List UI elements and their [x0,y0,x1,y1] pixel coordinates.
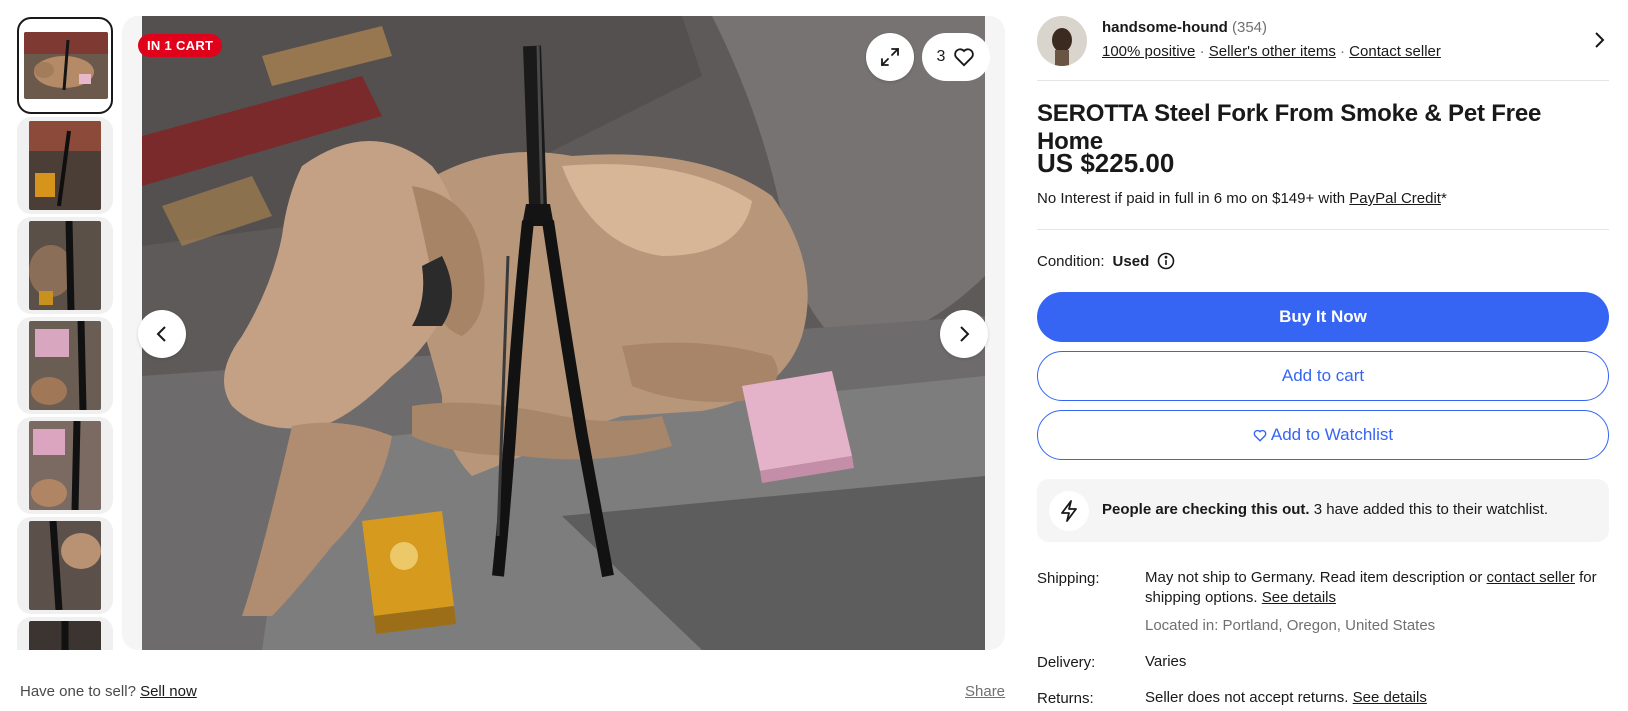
buy-it-now-button[interactable]: Buy It Now [1037,292,1609,342]
chevron-right-icon [960,326,970,342]
shipping-label: Shipping: [1037,570,1100,587]
seller-feedback-count: (354) [1232,19,1268,36]
condition-value: Used [1112,252,1150,270]
expand-icon [881,48,899,66]
main-photo[interactable] [142,16,985,650]
sell-prompt-text: Have one to sell? [20,683,136,700]
divider [1037,80,1609,81]
watch-count-button[interactable]: 3 [922,33,990,81]
delivery-label: Delivery: [1037,654,1096,671]
seller-avatar[interactable] [1037,16,1087,66]
chevron-right-icon[interactable] [1589,30,1609,50]
sell-now-link[interactable]: Sell now [140,683,197,700]
thumbnail-image [29,521,101,610]
notice-detail: 3 have added this to their watchlist. [1313,501,1549,518]
seller-positive-link[interactable]: 100% positive [1102,43,1195,60]
shipping-text-1: May not ship to Germany. Read item descr… [1145,569,1483,586]
add-to-watchlist-button[interactable]: Add to Watchlist [1037,410,1609,460]
seller-card[interactable]: handsome-hound (354) 100% positive · Sel… [1037,16,1609,80]
thumbnail-2[interactable] [17,117,113,214]
thumbnail-image [29,321,101,410]
condition-row: Condition: Used [1037,252,1175,270]
heart-icon [954,48,975,67]
returns-label: Returns: [1037,690,1094,707]
sell-prompt: Have one to sell? Sell now [20,683,197,700]
item-location: Located in: Portland, Oregon, United Sta… [1145,617,1436,634]
financing-text: No Interest if paid in full in 6 mo on $… [1037,190,1346,207]
delivery-value: Varies [1145,653,1187,670]
returns-see-details-link[interactable]: See details [1353,689,1427,706]
watch-count: 3 [936,48,946,65]
thumbnail-strip [17,17,113,650]
condition-label: Condition: [1037,252,1105,270]
thumbnail-5[interactable] [17,417,113,514]
contact-seller-shipping-link[interactable]: contact seller [1487,569,1575,586]
seller-name[interactable]: handsome-hound [1102,19,1228,36]
lightning-icon [1049,491,1089,531]
thumbnail-4[interactable] [17,317,113,414]
contact-seller-link[interactable]: Contact seller [1349,43,1441,60]
share-link[interactable]: Share [965,683,1005,700]
financing-asterisk: * [1440,190,1447,207]
thumbnail-image [29,421,101,510]
image-gallery: IN 1 CART 3 [122,16,1005,650]
expand-button[interactable] [866,33,914,81]
watchers-notice: People are checking this out. 3 have add… [1037,479,1609,542]
thumbnail-3[interactable] [17,217,113,314]
notice-bold: People are checking this out. [1102,501,1310,518]
item-details-panel: handsome-hound (354) 100% positive · Sel… [1037,0,1609,711]
paypal-credit-link[interactable]: PayPal Credit [1349,190,1441,207]
notice-text: People are checking this out. 3 have add… [1102,501,1548,518]
info-icon[interactable] [1157,252,1175,270]
heart-icon [1253,429,1267,442]
thumbnail-image [29,221,101,310]
seller-other-items-link[interactable]: Seller's other items [1209,43,1336,60]
returns-text: Seller does not accept returns. [1145,689,1349,706]
next-image-button[interactable] [940,310,988,358]
thumbnail-7[interactable] [17,617,113,650]
in-cart-badge: IN 1 CART [138,34,223,57]
thumbnail-image [29,621,101,650]
add-to-cart-button[interactable]: Add to cart [1037,351,1609,401]
seller-links: 100% positive · Seller's other items · C… [1102,43,1441,60]
seller-name-line: handsome-hound (354) [1102,19,1267,36]
shipping-value: May not ship to Germany. Read item descr… [1145,568,1609,608]
returns-value: Seller does not accept returns. See deta… [1145,688,1609,708]
item-price: US $225.00 [1037,148,1175,178]
chevron-left-icon [156,326,166,342]
thumbnail-1[interactable] [17,17,113,114]
divider [1037,229,1609,230]
thumbnail-image [29,121,101,210]
financing-note: No Interest if paid in full in 6 mo on $… [1037,190,1447,207]
previous-image-button[interactable] [138,310,186,358]
add-to-watchlist-label: Add to Watchlist [1270,425,1394,444]
shipping-see-details-link[interactable]: See details [1262,589,1336,606]
thumbnail-image [24,32,108,99]
thumbnail-6[interactable] [17,517,113,614]
